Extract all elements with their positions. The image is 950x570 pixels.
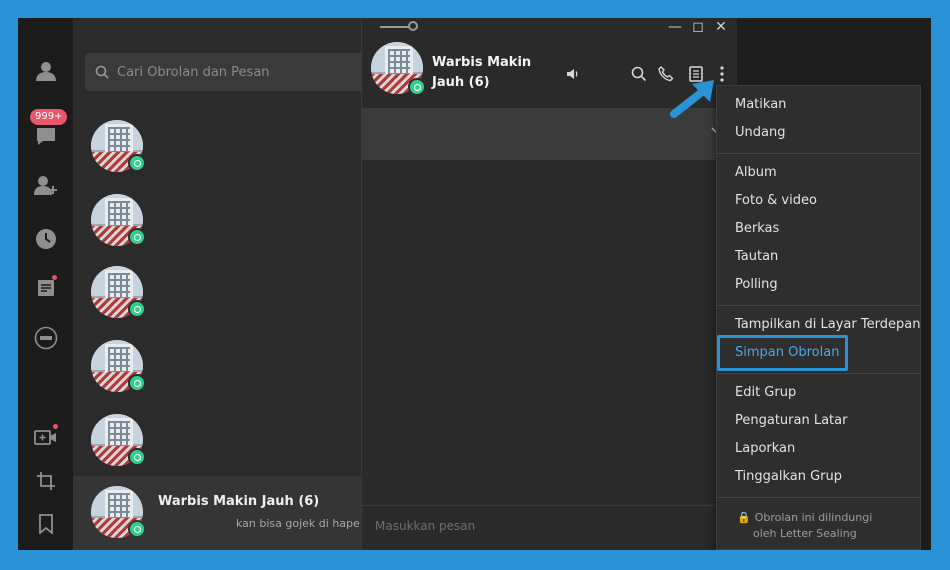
menu-divider — [717, 153, 920, 154]
line-services-icon[interactable] — [18, 323, 73, 353]
menu-item-invite[interactable]: Undang — [717, 120, 920, 146]
chat-list-item[interactable] — [73, 330, 362, 404]
minimize-icon[interactable]: — — [665, 18, 685, 36]
group-icon — [128, 154, 146, 172]
chats-icon[interactable]: 999+ — [18, 109, 73, 151]
group-icon — [408, 78, 426, 96]
group-icon — [128, 520, 146, 538]
sealing-line-1: Obrolan ini dilindungi — [754, 511, 873, 524]
group-icon — [128, 228, 146, 246]
menu-item-files[interactable]: Berkas — [717, 216, 920, 242]
chat-list-item[interactable] — [73, 256, 362, 330]
menu-item-report[interactable]: Laporkan — [717, 436, 920, 462]
chat-list-item-active[interactable]: Warbis Makin Jauh (6) kan bisa gojek di … — [73, 476, 362, 550]
chat-list-preview: kan bisa gojek di hape l — [236, 517, 362, 530]
message-composer — [362, 505, 738, 550]
menu-item-leave-group[interactable]: Tinggalkan Grup — [717, 464, 920, 490]
chat-list-item[interactable] — [73, 110, 362, 184]
crop-screenshot-icon[interactable] — [18, 466, 73, 496]
chat-list-panel: Warbis Makin Jauh (6) kan bisa gojek di … — [73, 18, 375, 550]
tutorial-arrow-icon — [670, 80, 714, 118]
close-icon[interactable]: ✕ — [711, 18, 731, 36]
search-input[interactable] — [117, 64, 357, 80]
menu-divider — [717, 497, 920, 498]
menu-item-links[interactable]: Tautan — [717, 244, 920, 270]
group-icon — [128, 300, 146, 318]
menu-item-background-settings[interactable]: Pengaturan Latar — [717, 408, 920, 434]
sealing-line-2: oleh Letter Sealing — [753, 527, 857, 540]
lock-icon: 🔒 — [737, 511, 751, 524]
save-chat-highlight-box — [717, 335, 848, 371]
video-dot — [53, 424, 58, 429]
menu-item-polling[interactable]: Polling — [717, 272, 920, 298]
menu-item-edit-group[interactable]: Edit Grup — [717, 380, 920, 406]
speaker-icon[interactable] — [563, 64, 583, 84]
friends-icon[interactable] — [18, 56, 73, 86]
group-icon — [128, 448, 146, 466]
notes-dot — [52, 275, 57, 280]
notes-icon[interactable] — [18, 273, 73, 303]
bookmark-icon[interactable] — [18, 509, 73, 539]
unread-badge: 999+ — [30, 109, 68, 125]
menu-divider — [717, 373, 920, 374]
maximize-icon[interactable]: ◻ — [688, 18, 708, 36]
search-box[interactable] — [85, 53, 375, 91]
letter-sealing-notice: 🔒 Obrolan ini dilindungi oleh Letter Seal… — [737, 510, 872, 542]
window-titlebar: — ◻ ✕ — [362, 18, 738, 36]
group-icon — [128, 374, 146, 392]
line-app-window: 999+ Cari Obrolan dan Pesan Warbis Makin… — [18, 18, 931, 550]
message-area[interactable] — [362, 160, 738, 505]
menu-item-mute[interactable]: Matikan — [717, 92, 920, 118]
opacity-slider-handle[interactable] — [408, 21, 418, 31]
message-input[interactable] — [375, 519, 715, 533]
chat-list-title: Warbis Makin Jauh (6) — [158, 494, 320, 509]
chat-options-menu: Matikan Undang Album Foto & video Berkas… — [716, 85, 921, 550]
menu-item-photos-videos[interactable]: Foto & video — [717, 188, 920, 214]
add-friend-icon[interactable] — [18, 170, 73, 200]
video-call-icon[interactable] — [18, 422, 73, 452]
menu-divider — [717, 305, 920, 306]
chat-list-item[interactable] — [73, 184, 362, 258]
nav-rail: 999+ — [18, 18, 73, 550]
search-icon[interactable] — [629, 64, 649, 84]
chat-list-item[interactable] — [73, 404, 362, 478]
menu-item-album[interactable]: Album — [717, 160, 920, 186]
timeline-clock-icon[interactable] — [18, 224, 73, 254]
chat-title: Warbis Makin Jauh (6) — [432, 55, 532, 90]
search-icon — [95, 65, 109, 79]
